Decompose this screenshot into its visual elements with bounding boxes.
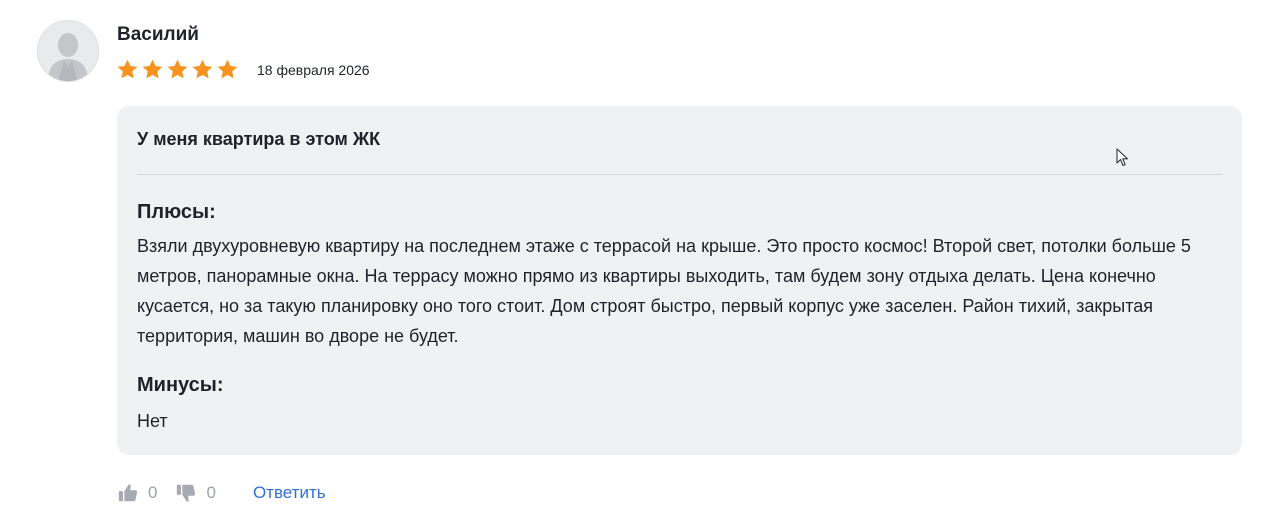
like-button[interactable]: 0	[117, 482, 157, 504]
star-icon	[217, 59, 238, 79]
thumbs-down-icon	[177, 484, 196, 502]
review-date: 18 февраля 2026	[257, 62, 370, 78]
star-icon	[167, 59, 188, 79]
divider	[137, 174, 1222, 175]
pros-text: Взяли двухуровневую квартиру на последне…	[137, 236, 1191, 346]
review-title: У меня квартира в этом ЖК	[137, 129, 381, 149]
review-item: Василий 18 февраля 2026 У меня квартира …	[0, 0, 1267, 528]
reply-button[interactable]: Ответить	[253, 483, 326, 503]
review-actions: 0 0 Ответить	[117, 480, 326, 506]
like-count: 0	[148, 483, 158, 502]
mouse-pointer-icon	[1116, 148, 1129, 167]
cons-text: Нет	[137, 411, 168, 431]
star-icon	[117, 59, 138, 79]
dislike-button[interactable]: 0	[175, 482, 216, 504]
author-name[interactable]: Василий	[117, 24, 199, 46]
avatar	[37, 20, 99, 82]
pros-heading: Плюсы:	[137, 201, 216, 223]
dislike-count: 0	[206, 483, 216, 502]
star-icon	[192, 59, 213, 79]
cons-heading: Минусы:	[137, 374, 224, 396]
star-icon	[142, 59, 163, 79]
thumbs-up-icon	[118, 484, 138, 502]
rating-stars	[116, 58, 239, 81]
user-silhouette-icon	[38, 21, 98, 81]
review-card: У меня квартира в этом ЖК Плюсы: Взяли д…	[117, 106, 1242, 455]
